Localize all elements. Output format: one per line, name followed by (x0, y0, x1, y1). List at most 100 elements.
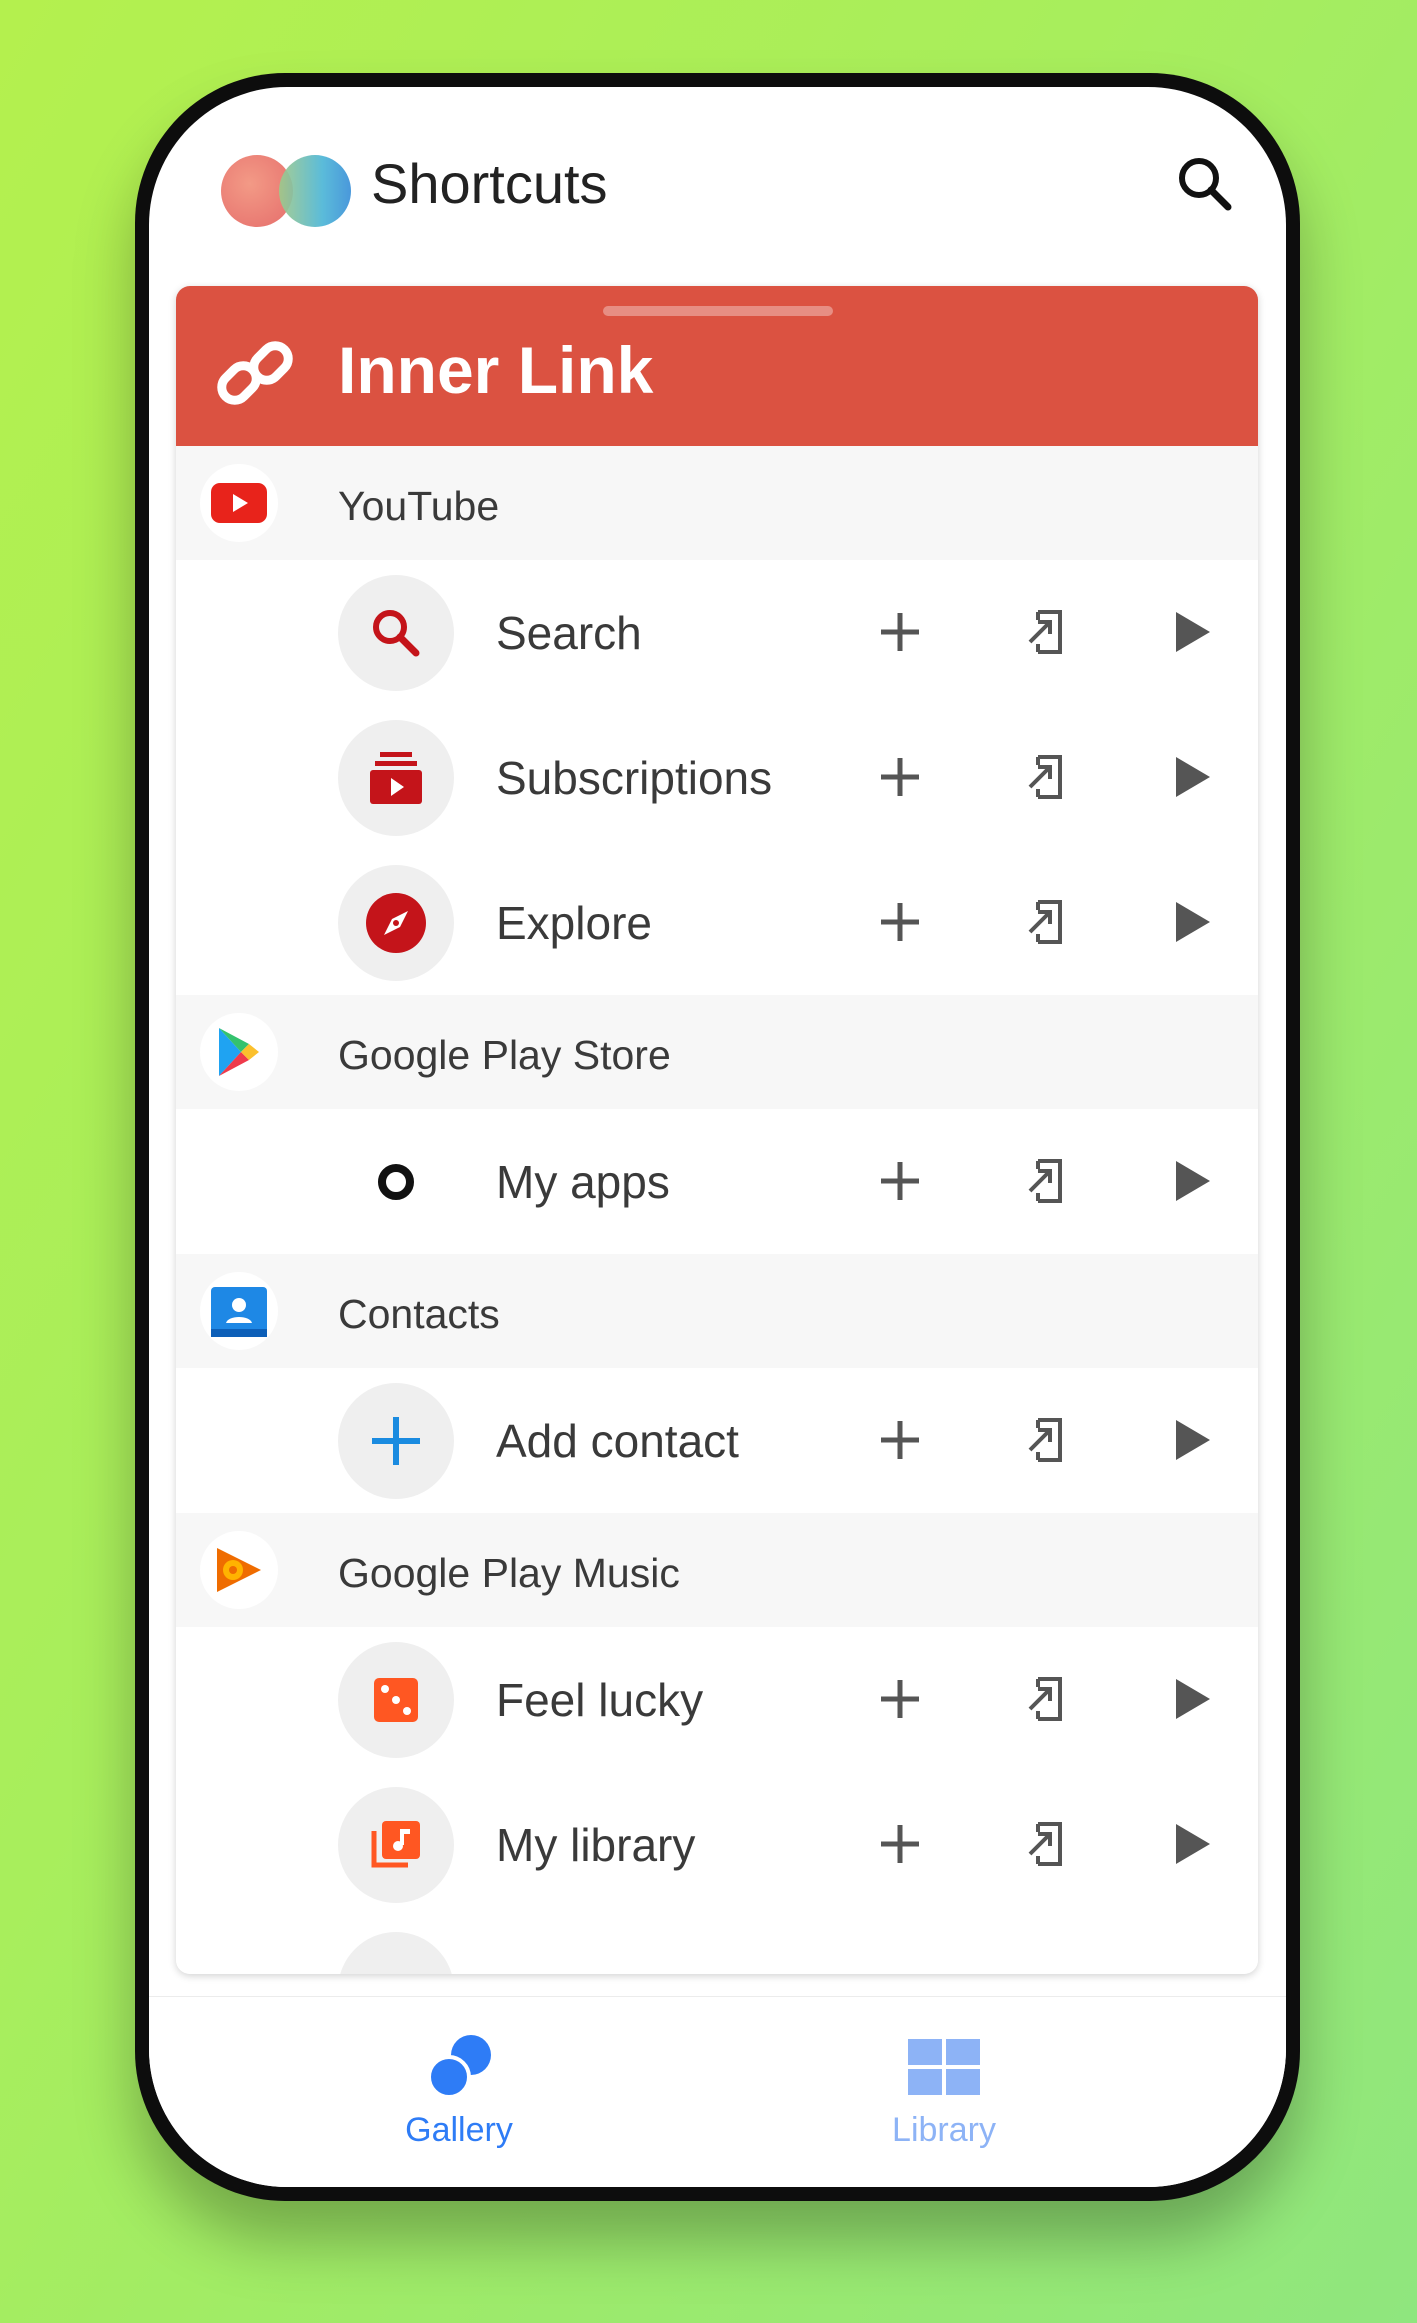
shortcut-row-subscriptions[interactable]: Subscriptions (176, 705, 1258, 850)
group-row-play-music: Google Play Music (176, 1513, 1258, 1627)
shortcut-row-add-contact[interactable]: Add contact (176, 1368, 1258, 1513)
search-icon (1179, 158, 1232, 211)
run-button[interactable] (1156, 886, 1228, 958)
open-button[interactable] (1010, 1145, 1082, 1217)
item-icon-container (338, 1932, 454, 1974)
item-label: Subscriptions (496, 752, 773, 804)
open-external-icon (1028, 1822, 1062, 1866)
inner-link-card: Inner Link YouTube Search Subscriptions … (176, 286, 1258, 1974)
item-label: My apps (496, 1156, 670, 1208)
bottom-navigation: Gallery Library (149, 1996, 1286, 2187)
item-icon-container (338, 575, 454, 691)
item-label: Add contact (496, 1415, 739, 1467)
compass-icon (366, 893, 426, 953)
ring-icon (378, 1164, 414, 1200)
app-bar: Shortcuts (149, 87, 1286, 287)
run-button[interactable] (1156, 741, 1228, 813)
group-label: Google Play Music (338, 1550, 680, 1596)
open-button[interactable] (1010, 886, 1082, 958)
run-button[interactable] (1156, 1145, 1228, 1217)
play-icon (1176, 902, 1210, 942)
add-shortcut-button[interactable] (864, 886, 936, 958)
card-header: Inner Link (176, 286, 1258, 446)
group-row-play-store: Google Play Store (176, 995, 1258, 1109)
plus-icon (881, 613, 919, 651)
group-icon-container (200, 1531, 278, 1609)
youtube-icon (211, 483, 267, 523)
plus-icon (881, 903, 919, 941)
dice-icon (374, 1678, 418, 1722)
open-button[interactable] (1010, 741, 1082, 813)
subscriptions-icon (370, 752, 422, 804)
shortcut-list: YouTube Search Subscriptions Explore Goo… (176, 446, 1258, 1974)
open-external-icon (1028, 1418, 1062, 1462)
item-icon-container (338, 720, 454, 836)
contacts-icon (211, 1287, 267, 1337)
plus-icon (881, 1162, 919, 1200)
play-icon (1176, 1679, 1210, 1719)
nav-library[interactable]: Library (814, 2019, 1074, 2169)
add-shortcut-button[interactable] (864, 1663, 936, 1735)
shortcut-row-partial[interactable] (176, 1917, 1258, 1974)
group-row-youtube: YouTube (176, 446, 1258, 560)
add-shortcut-button[interactable] (864, 1808, 936, 1880)
music-library-icon (371, 1821, 420, 1868)
shortcut-row-feel-lucky[interactable]: Feel lucky (176, 1627, 1258, 1772)
play-icon (1176, 1161, 1210, 1201)
group-icon-container (200, 464, 278, 542)
plus-icon (372, 1417, 420, 1465)
play-store-icon (219, 1028, 259, 1076)
play-icon (1176, 1420, 1210, 1460)
group-label: Contacts (338, 1291, 500, 1337)
item-icon-container (338, 1642, 454, 1758)
open-button[interactable] (1010, 1808, 1082, 1880)
grid-icon (908, 2039, 980, 2095)
play-icon (1176, 757, 1210, 797)
open-external-icon (1028, 610, 1062, 654)
item-label: My library (496, 1819, 696, 1871)
search-icon (373, 610, 420, 657)
open-external-icon (1028, 755, 1062, 799)
open-button[interactable] (1010, 596, 1082, 668)
item-icon-container (338, 1124, 454, 1240)
run-button[interactable] (1156, 1663, 1228, 1735)
group-label: Google Play Store (338, 1032, 671, 1078)
add-shortcut-button[interactable] (864, 596, 936, 668)
gallery-icon (427, 2035, 491, 2099)
open-external-icon (1028, 900, 1062, 944)
group-icon-container (200, 1272, 278, 1350)
shortcut-row-my-apps[interactable]: My apps (176, 1109, 1258, 1254)
add-shortcut-button[interactable] (864, 741, 936, 813)
run-button[interactable] (1156, 596, 1228, 668)
run-button[interactable] (1156, 1808, 1228, 1880)
open-external-icon (1028, 1159, 1062, 1203)
phone-frame: Shortcuts Inner Link YouTube Search Subs… (135, 73, 1300, 2201)
add-shortcut-button[interactable] (864, 1404, 936, 1476)
open-external-icon (1028, 1677, 1062, 1721)
item-label: Explore (496, 897, 652, 949)
play-icon (1176, 612, 1210, 652)
nav-gallery-label: Gallery (405, 2111, 513, 2149)
search-button[interactable] (1166, 145, 1246, 225)
shortcut-row-search[interactable]: Search (176, 560, 1258, 705)
open-button[interactable] (1010, 1663, 1082, 1735)
nav-library-label: Library (892, 2111, 996, 2149)
add-shortcut-button[interactable] (864, 1145, 936, 1217)
nav-gallery[interactable]: Gallery (329, 2019, 589, 2169)
plus-icon (881, 758, 919, 796)
shortcut-row-my-library[interactable]: My library (176, 1772, 1258, 1917)
play-music-icon (217, 1548, 261, 1592)
drag-handle[interactable] (603, 306, 833, 316)
play-icon (1176, 1824, 1210, 1864)
plus-icon (881, 1680, 919, 1718)
item-icon-container (338, 865, 454, 981)
run-button[interactable] (1156, 1404, 1228, 1476)
item-label: Feel lucky (496, 1674, 704, 1726)
plus-icon (881, 1421, 919, 1459)
shortcut-row-explore[interactable]: Explore (176, 850, 1258, 995)
app-title: Shortcuts (371, 152, 608, 215)
open-button[interactable] (1010, 1404, 1082, 1476)
plus-icon (881, 1825, 919, 1863)
item-label: Search (496, 607, 642, 659)
link-icon (217, 341, 293, 405)
